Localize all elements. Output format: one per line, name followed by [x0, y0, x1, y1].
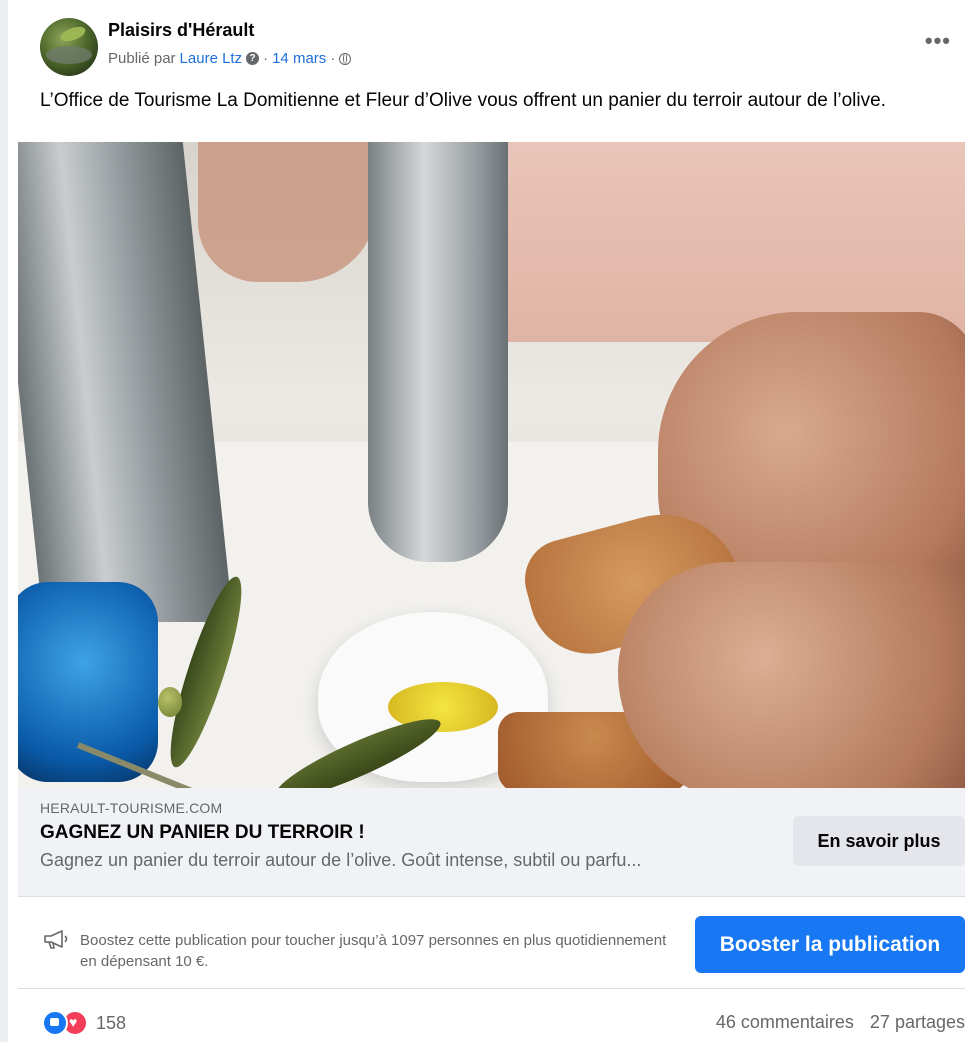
photo-hand-background — [198, 142, 378, 282]
engagement-counts: 46 commentaires 27 partages — [716, 1012, 965, 1033]
left-divider — [0, 0, 8, 1042]
comments-count-link[interactable]: 46 commentaires — [716, 1012, 854, 1033]
shares-count-link[interactable]: 27 partages — [870, 1012, 965, 1033]
learn-more-button[interactable]: En savoir plus — [793, 816, 965, 866]
globe-icon[interactable] — [339, 52, 352, 65]
question-icon[interactable]: ? — [246, 52, 260, 65]
avatar-leaf — [58, 23, 88, 45]
photo-hand-lower — [618, 562, 965, 788]
page-name-link[interactable]: Plaisirs d'Hérault — [108, 20, 254, 41]
feed-post: Plaisirs d'Hérault Publié par Laure Ltz … — [18, 0, 965, 1042]
reactions-summary[interactable]: 158 — [42, 1010, 126, 1036]
post-meta: Publié par Laure Ltz ? · 14 mars · — [108, 50, 352, 67]
link-domain: HERAULT-TOURISME.COM — [40, 800, 223, 816]
more-options-icon[interactable]: ••• — [925, 30, 951, 52]
post-photo[interactable] — [18, 142, 965, 788]
photo-olive — [158, 687, 182, 717]
boost-description: Boostez cette publication pour toucher j… — [80, 932, 667, 970]
like-reaction-icon — [42, 1010, 68, 1036]
link-preview[interactable]: HERAULT-TOURISME.COM GAGNEZ UN PANIER DU… — [18, 788, 965, 897]
author-link[interactable]: Laure Ltz — [180, 50, 243, 67]
post-text: L’Office de Tourisme La Domitienne et Fl… — [40, 90, 886, 111]
post-date-link[interactable]: 14 mars — [272, 50, 326, 67]
meta-separator-2: · — [330, 50, 336, 67]
avatar-rock — [46, 46, 92, 64]
link-headline[interactable]: GAGNEZ UN PANIER DU TERROIR ! — [40, 822, 365, 844]
megaphone-icon — [44, 930, 68, 949]
reaction-count: 158 — [96, 1012, 127, 1033]
photo-bottle-center — [368, 142, 508, 562]
link-description: Gagnez un panier du terroir autour de l’… — [40, 850, 642, 870]
boost-banner: Boostez cette publication pour toucher j… — [18, 906, 965, 989]
published-by-label: Publié par — [108, 50, 176, 67]
page-avatar[interactable] — [40, 18, 98, 76]
boost-post-button[interactable]: Booster la publication — [695, 916, 965, 973]
meta-separator: · — [263, 50, 269, 67]
